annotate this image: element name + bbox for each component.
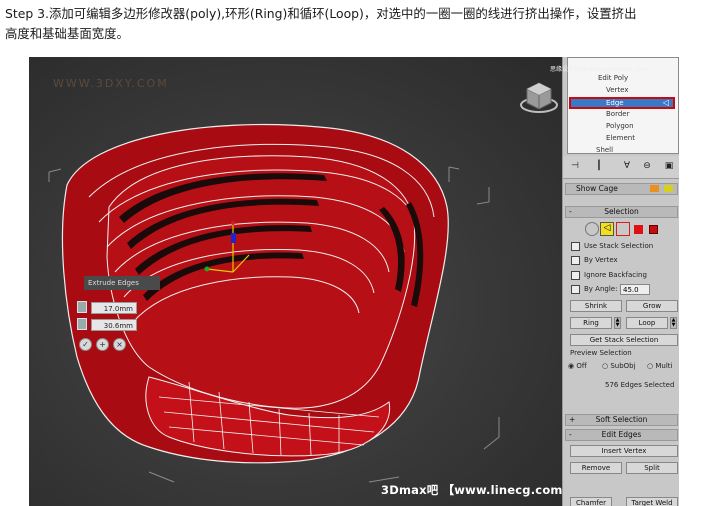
by-vertex-check[interactable]: By Vertex [571,255,618,266]
cage-color-swatch[interactable] [650,185,659,192]
by-angle-check[interactable]: By Angle: [571,284,617,295]
tieba-watermark: 3Dmax吧 【www.linecg.com/tieba/1771】 [381,483,562,497]
preview-selection-label: Preview Selection [570,349,632,357]
selection-status: 576 Edges Selected [605,381,675,389]
caption-line-2: 高度和基础基面宽度。 [5,26,129,41]
height-icon [77,301,87,313]
stack-shell[interactable]: Shell [596,145,613,156]
configure-sets-icon[interactable]: ▣ [663,160,675,173]
preview-multi-radio[interactable]: ○ Multi [647,362,672,370]
get-stack-selection-button[interactable]: Get Stack Selection [570,334,678,346]
ring-spinner[interactable]: ▲ ▼ [614,317,621,329]
border-mode-icon[interactable] [616,222,630,236]
ring-button[interactable]: Ring [570,317,612,329]
caption-line-1: Step 3.添加可编辑多边形修改器(poly),环形(Ring)和循环(Loo… [5,6,637,21]
extrude-edges-caddy[interactable]: Extrude Edges 17.0mm 30.6mm ✓ + × [77,276,165,352]
caddy-apply-button[interactable]: + [96,338,109,351]
stack-toolbar: ⊣ ┃ ∀ ⊖ ▣ [563,156,679,179]
show-cage-label: Show Cage [576,184,618,193]
command-panel: 思缘设计论坛 www.missyuan.com Edit Poly Vertex… [550,57,679,506]
modifier-stack[interactable]: 思缘设计论坛 www.missyuan.com Edit Poly Vertex… [550,57,679,156]
max-screenshot: WWW.3DXY.COM Extrude Edges 17.0mm 30.6mm… [29,57,679,506]
viewcube-icon[interactable] [519,77,559,115]
width-icon [77,318,87,330]
element-mode-icon[interactable] [649,225,658,234]
perspective-viewport[interactable]: WWW.3DXY.COM Extrude Edges 17.0mm 30.6mm… [29,57,562,506]
show-end-result-icon[interactable]: ┃ [593,160,605,173]
cage-selected-swatch[interactable] [664,185,673,192]
edge-mode-button-icon[interactable]: ◁ [600,222,614,236]
selection-title: Selection [604,207,639,216]
remove-button[interactable]: Remove [570,462,622,474]
angle-spinner-field[interactable]: 45.0 [620,284,650,295]
preview-subobj-radio[interactable]: ○ SubObj [602,362,636,370]
target-weld-button[interactable]: Target Weld [626,497,678,506]
soft-selection-title: Soft Selection [595,415,648,424]
loop-button[interactable]: Loop [626,317,668,329]
stack-edge-selected[interactable]: Edge ◁ [569,97,675,109]
stack-edit-poly[interactable]: Edit Poly [598,73,628,84]
edit-edges-rollout-header[interactable]: - Edit Edges [565,429,678,441]
use-stack-selection-check[interactable]: Use Stack Selection [571,241,653,252]
extrude-width-field[interactable]: 30.6mm [91,319,137,331]
caddy-cancel-button[interactable]: × [113,338,126,351]
chamfer-button[interactable]: Chamfer [570,497,612,506]
stack-border[interactable]: Border [606,109,629,120]
stack-edge-label: Edge [606,99,624,107]
stack-polygon[interactable]: Polygon [606,121,634,132]
make-unique-icon[interactable]: ∀ [621,160,633,173]
polygon-mode-icon[interactable] [634,225,643,234]
shrink-button[interactable]: Shrink [570,300,622,312]
vertex-mode-icon[interactable] [585,222,599,236]
caddy-ok-button[interactable]: ✓ [79,338,92,351]
extrude-height-field[interactable]: 17.0mm [91,302,137,314]
show-cage-row[interactable]: Show Cage [565,183,678,195]
forum-watermark: 思缘设计论坛 www.missyuan.com [550,66,648,73]
ignore-backfacing-check[interactable]: Ignore Backfacing [571,270,647,281]
insert-vertex-button[interactable]: Insert Vertex [570,445,678,457]
step-caption: Step 3.添加可编辑多边形修改器(poly),环形(Ring)和循环(Loo… [5,4,701,44]
preview-off-radio[interactable]: ◉ Off [568,362,587,370]
caddy-title: Extrude Edges [84,276,160,290]
site-watermark: WWW.3DXY.COM [53,77,169,90]
soft-selection-rollout-header[interactable]: + Soft Selection [565,414,678,426]
edit-edges-title: Edit Edges [601,430,642,439]
split-button[interactable]: Split [626,462,678,474]
pin-stack-icon[interactable]: ⊣ [569,160,581,173]
edge-mode-icon: ◁ [662,98,669,107]
grow-button[interactable]: Grow [626,300,678,312]
remove-modifier-icon[interactable]: ⊖ [641,160,653,173]
selection-rollout-header[interactable]: - Selection [565,206,678,218]
stack-vertex[interactable]: Vertex [606,85,629,96]
stack-element[interactable]: Element [606,133,635,144]
loop-spinner[interactable]: ▲ ▼ [670,317,677,329]
